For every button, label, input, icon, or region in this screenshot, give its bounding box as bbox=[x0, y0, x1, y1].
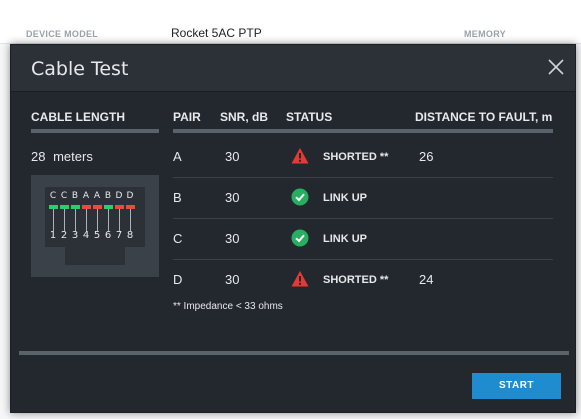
distance-column-header: DISTANCE TO FAULT, m bbox=[415, 110, 553, 124]
status-column-header: STATUS bbox=[286, 110, 333, 124]
check-circle-icon bbox=[291, 188, 309, 206]
dialog-header: Cable Test bbox=[11, 45, 575, 92]
pin-pair-letter: B bbox=[104, 191, 112, 201]
pin-pair-letter: C bbox=[60, 191, 68, 201]
snr-cell: 30 bbox=[225, 231, 240, 246]
pin-number: 3 bbox=[71, 230, 79, 241]
device-info-bar: DEVICE MODEL Rocket 5AC PTP MEMORY bbox=[0, 0, 581, 44]
device-model-value: Rocket 5AC PTP bbox=[171, 26, 262, 40]
snr-cell: 30 bbox=[225, 190, 240, 205]
device-model-label: DEVICE MODEL bbox=[26, 29, 99, 39]
pin-contact bbox=[108, 209, 109, 231]
jack-latch bbox=[65, 247, 125, 265]
status-cell: SHORTED ** bbox=[323, 151, 389, 163]
cable-pair-row: A 30 SHORTED ** 26 bbox=[173, 137, 553, 178]
pin-pair-letter: D bbox=[115, 191, 123, 201]
status-cell: LINK UP bbox=[323, 233, 367, 245]
pin-pair-letter: A bbox=[82, 191, 90, 201]
memory-label: MEMORY bbox=[464, 29, 506, 39]
impedance-note: ** Impedance < 33 ohms bbox=[173, 301, 283, 312]
close-icon bbox=[548, 59, 564, 75]
pair-cell: B bbox=[173, 190, 182, 205]
dialog-title: Cable Test bbox=[31, 58, 129, 80]
status-cell: LINK UP bbox=[323, 192, 367, 204]
pair-column-header: PAIR bbox=[173, 110, 201, 124]
pin-pair-letter: C bbox=[49, 191, 57, 201]
cable-length-unit: meters bbox=[53, 149, 93, 164]
cable-pair-row: D 30 SHORTED ** 24 bbox=[173, 260, 553, 301]
distance-cell: 26 bbox=[419, 149, 434, 164]
pin-number: 8 bbox=[126, 230, 134, 241]
pin-number: 2 bbox=[60, 230, 68, 241]
header-divider bbox=[173, 129, 553, 133]
cable-pair-row: C 30 LINK UP bbox=[173, 219, 553, 260]
cable-length: 28 meters bbox=[31, 149, 93, 164]
pin-pair-letter: D bbox=[126, 191, 134, 201]
pin-pair-letter: B bbox=[71, 191, 79, 201]
check-circle-icon bbox=[291, 229, 309, 247]
pin-contact bbox=[97, 209, 98, 231]
pin-contact bbox=[64, 209, 65, 231]
distance-cell: 24 bbox=[419, 272, 434, 287]
cable-pair-row: B 30 LINK UP bbox=[173, 178, 553, 219]
snr-column-header: SNR, dB bbox=[220, 110, 268, 124]
cable-length-header: CABLE LENGTH bbox=[31, 110, 125, 124]
pin-contact bbox=[53, 209, 54, 231]
pin-number: 5 bbox=[93, 230, 101, 241]
status-cell: SHORTED ** bbox=[323, 274, 389, 286]
pair-cell: D bbox=[173, 272, 183, 287]
close-button[interactable] bbox=[545, 56, 567, 78]
snr-cell: 30 bbox=[225, 149, 240, 164]
snr-cell: 30 bbox=[225, 272, 240, 287]
pin-pair-letter: A bbox=[93, 191, 101, 201]
cable-length-value: 28 bbox=[31, 149, 46, 164]
pin-contact bbox=[119, 209, 120, 231]
footer-divider bbox=[19, 351, 569, 355]
pin-number: 6 bbox=[104, 230, 112, 241]
pin-contact bbox=[75, 209, 76, 231]
pin-number: 1 bbox=[49, 230, 57, 241]
rj45-jack-diagram: C 1 C 2 B 3 A 4 A 5 B 6 D 7 D 8 bbox=[31, 175, 159, 277]
pin-number: 4 bbox=[82, 230, 90, 241]
start-button[interactable]: START bbox=[472, 373, 561, 399]
pair-cell: A bbox=[173, 149, 182, 164]
pin-number: 7 bbox=[115, 230, 123, 241]
pin-contact bbox=[130, 209, 131, 231]
header-divider bbox=[31, 129, 159, 133]
pair-cell: C bbox=[173, 231, 183, 246]
warning-icon bbox=[291, 271, 309, 287]
warning-icon bbox=[291, 148, 309, 164]
pin-contact bbox=[86, 209, 87, 231]
cable-test-dialog: Cable Test CABLE LENGTH PAIR SNR, dB STA… bbox=[10, 44, 576, 413]
